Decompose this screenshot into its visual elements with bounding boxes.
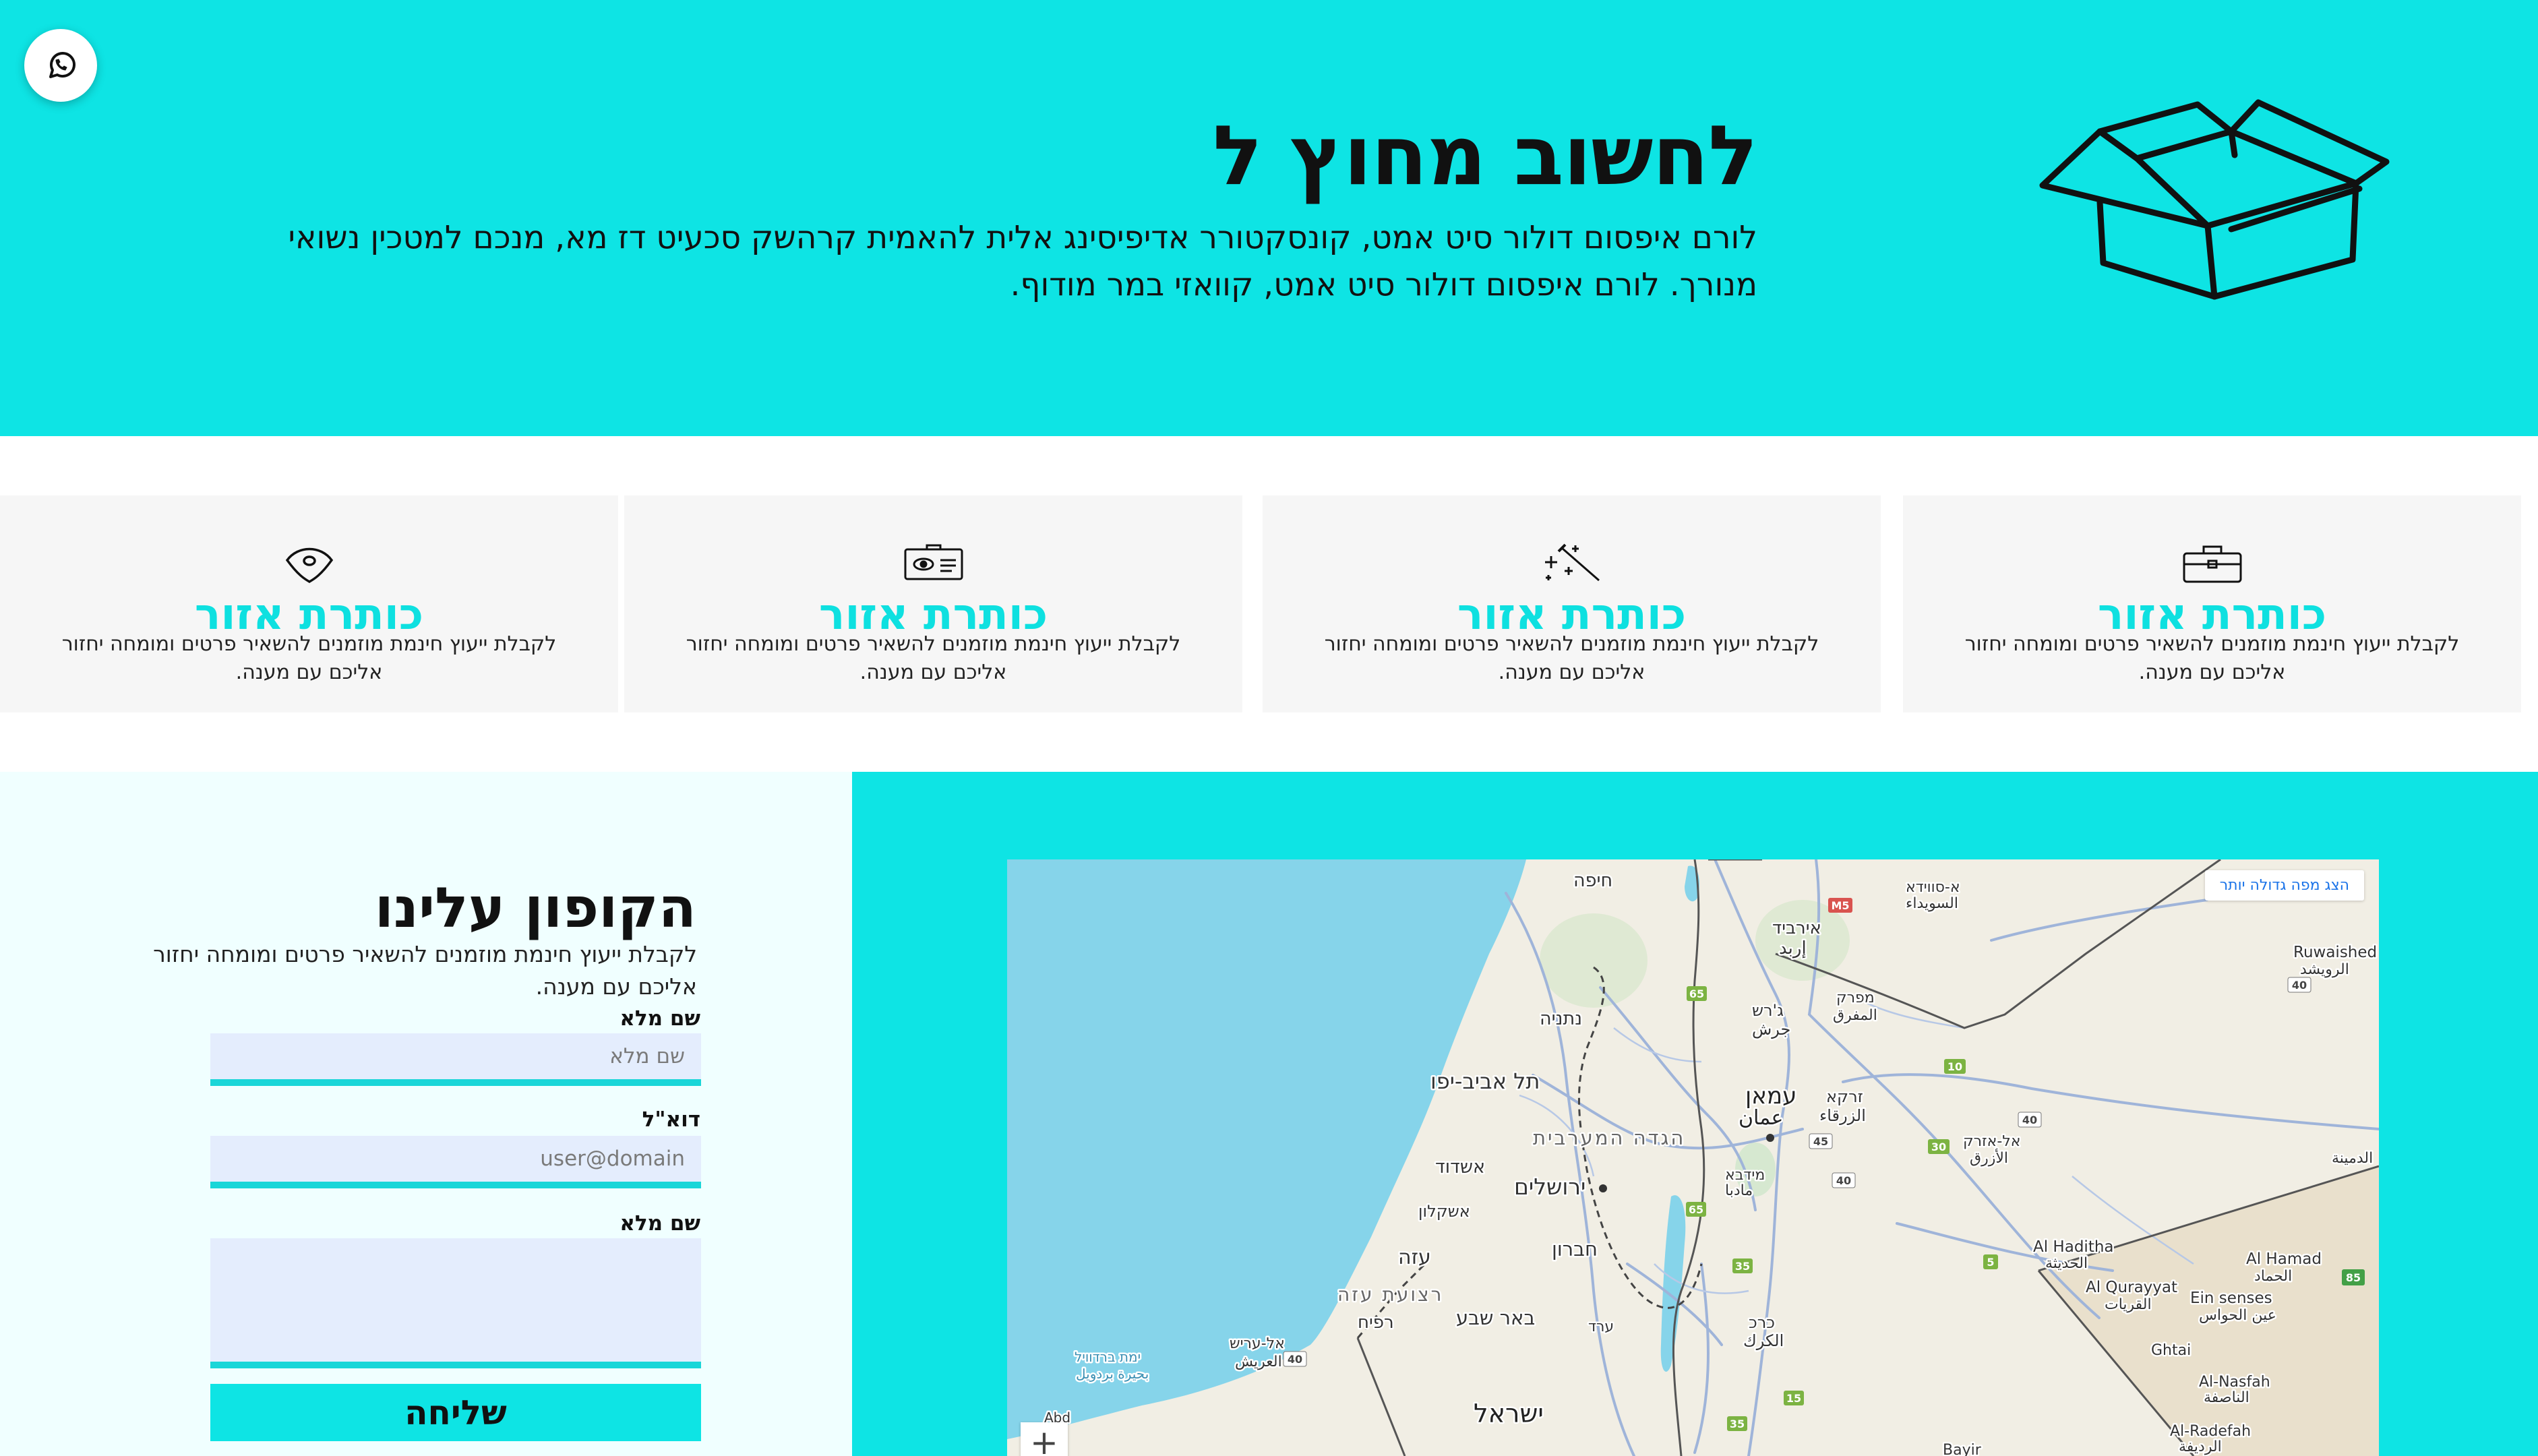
svg-text:ישראל: ישראל [1474, 1399, 1544, 1428]
svg-text:חברון: חברון [1552, 1238, 1598, 1261]
briefcase-icon [2183, 545, 2241, 583]
svg-text:40: 40 [2292, 979, 2307, 992]
svg-text:חיפה: חיפה [1573, 870, 1612, 891]
svg-text:بحيرة بردويل: بحيرة بردويل [1076, 1366, 1149, 1382]
feature-text: לקבלת ייעוץ חינמת מוזמנים להשאיר פרטים ו… [1324, 632, 1819, 684]
svg-text:40: 40 [1836, 1174, 1851, 1187]
message-label: שם מלא [620, 1211, 700, 1236]
svg-text:נתניה: נתניה [1540, 1008, 1582, 1029]
svg-text:א-סווידא: א-סווידא [1906, 879, 1960, 896]
whatsapp-button[interactable] [24, 29, 97, 102]
svg-text:30: 30 [1931, 1141, 1946, 1153]
map[interactable]: M5 65 10 30 65 35 5 15 35 85 40 40 45 40… [1007, 859, 2379, 1456]
svg-text:65: 65 [1689, 988, 1704, 1000]
hero-title: לחשוב מחוץ ל [1213, 108, 1758, 204]
feature-card-1: כותרת אזור לקבלת ייעוץ חינמת מוזמנים להש… [1903, 495, 2521, 712]
svg-text:אירביד: אירביד [1772, 918, 1821, 938]
contact-text: לקבלת ייעוץ חינמת מוזמנים להשאיר פרטים ו… [153, 941, 697, 1000]
svg-text:עזה: עזה [1398, 1246, 1431, 1269]
email-input[interactable] [210, 1136, 701, 1188]
svg-text:מפרק: מפרק [1836, 990, 1875, 1006]
magic-wand-icon [1544, 543, 1600, 582]
contact-title: הקופון עלינו [374, 876, 696, 940]
svg-text:אל-עריש: אל-עריש [1230, 1335, 1285, 1352]
svg-text:الكرك: الكرك [1743, 1331, 1784, 1350]
svg-text:ערד: ערד [1588, 1318, 1614, 1335]
eye-icon [285, 547, 333, 584]
svg-text:45: 45 [1813, 1135, 1828, 1148]
svg-text:الأزرق: الأزرق [1970, 1149, 2008, 1167]
whatsapp-icon [49, 52, 75, 78]
svg-text:באר שבע: באר שבע [1456, 1306, 1535, 1329]
feature-card-3: כותרת אזור לקבלת ייעוץ חינמת מוזמנים להש… [624, 495, 1242, 712]
svg-text:הגדה המערבית: הגדה המערבית [1533, 1126, 1685, 1149]
open-box-icon [2039, 99, 2390, 300]
svg-text:عمان: عمان [1739, 1106, 1783, 1130]
svg-text:Al Hamad: Al Hamad [2246, 1250, 2322, 1268]
svg-text:Ein senses: Ein senses [2190, 1290, 2272, 1307]
feature-card-2: כותרת אזור לקבלת ייעוץ חינמת מוזמנים להש… [1263, 495, 1881, 712]
feature-text: לקבלת ייעוץ חינמת מוזמנים להשאיר פרטים ו… [61, 632, 557, 684]
svg-text:רצועת עזה: רצועת עזה [1337, 1283, 1443, 1306]
svg-text:5: 5 [1987, 1256, 1994, 1269]
svg-text:85: 85 [2346, 1271, 2361, 1284]
id-card-icon [904, 544, 963, 580]
feature-text: לקבלת ייעוץ חינמת מוזמנים להשאיר פרטים ו… [1964, 632, 2460, 684]
svg-text:M5: M5 [1831, 899, 1849, 912]
svg-text:אשקלון: אשקלון [1418, 1202, 1470, 1221]
svg-text:תל אביב-יפו: תל אביב-יפו [1430, 1068, 1540, 1094]
name-label: שם מלא [620, 1006, 700, 1031]
feature-text: לקבלת ייעוץ חינמת מוזמנים להשאיר פרטים ו… [686, 632, 1181, 684]
svg-text:Al Qurayyat: Al Qurayyat [2086, 1279, 2177, 1296]
svg-text:الحماد: الحماد [2254, 1268, 2292, 1285]
svg-text:جرش: جرش [1752, 1020, 1790, 1039]
svg-text:65: 65 [1689, 1203, 1703, 1216]
feature-card-4: כותרת אזור לקבלת ייעוץ חינמת מוזמנים להש… [0, 495, 618, 712]
svg-text:זרקא: זרקא [1826, 1087, 1863, 1106]
svg-text:15: 15 [1786, 1392, 1801, 1405]
map-graphic: M5 65 10 30 65 35 5 15 35 85 40 40 45 40… [1007, 859, 2379, 1456]
svg-text:10: 10 [1947, 1060, 1962, 1073]
email-label: דוא"ל [642, 1108, 700, 1132]
svg-text:Al-Nasfah: Al-Nasfah [2199, 1374, 2270, 1391]
svg-text:Ghtai: Ghtai [2151, 1342, 2191, 1359]
svg-text:Al-Radefah: Al-Radefah [2170, 1423, 2251, 1440]
svg-text:אל-אזרק: אל-אזרק [1963, 1133, 2021, 1150]
svg-text:אשדוד: אשדוד [1435, 1157, 1485, 1178]
svg-text:إربد: إربد [1779, 938, 1807, 959]
svg-text:الرديفة: الرديفة [2179, 1438, 2222, 1455]
svg-text:السويداء: السويداء [1906, 895, 1958, 912]
hero-text: לורם איפסום דולור סיט אמט, קונסקטורר אדי… [288, 219, 1757, 303]
svg-text:المفرق: المفرق [1833, 1007, 1877, 1024]
svg-text:ירושלים: ירושלים [1514, 1174, 1585, 1200]
svg-text:ימת ברדוויל: ימת ברדוויל [1075, 1349, 1141, 1365]
svg-text:40: 40 [1288, 1353, 1302, 1366]
svg-text:Al Haditha: Al Haditha [2033, 1238, 2114, 1256]
name-input[interactable] [210, 1033, 701, 1086]
message-textarea[interactable] [210, 1238, 701, 1368]
svg-text:40: 40 [2022, 1114, 2037, 1126]
svg-text:الحديثة: الحديثة [2045, 1255, 2088, 1272]
svg-text:الزرقاء: الزرقاء [1819, 1106, 1866, 1125]
svg-text:מידבא: מידבא [1725, 1167, 1765, 1184]
svg-text:الدمينة: الدمينة [2332, 1150, 2373, 1167]
svg-text:الرويشد: الرويشد [2300, 961, 2349, 978]
zoom-in-button[interactable]: + [1021, 1422, 1068, 1456]
svg-text:الناصفة: الناصفة [2204, 1389, 2249, 1406]
view-larger-map-link[interactable]: הצג מפה גדולה יותר [2204, 870, 2364, 901]
submit-button[interactable]: שליחה [210, 1384, 701, 1441]
svg-text:ג'רש: ג'רש [1752, 1001, 1784, 1020]
svg-text:Bayir: Bayir [1943, 1442, 1982, 1456]
svg-text:רפיח: רפיח [1358, 1312, 1394, 1333]
svg-text:القريات: القريات [2105, 1296, 2152, 1313]
svg-text:כרכ: כרכ [1749, 1313, 1775, 1332]
svg-text:العريش: العريش [1235, 1354, 1282, 1370]
svg-text:35: 35 [1730, 1418, 1745, 1430]
svg-text:35: 35 [1735, 1260, 1750, 1273]
svg-text:עמאן: עמאן [1745, 1083, 1796, 1110]
svg-text:مادبا: مادبا [1725, 1182, 1753, 1199]
svg-text:Ruwaished: Ruwaished [2293, 944, 2377, 961]
svg-text:عين الحواس: عين الحواس [2199, 1307, 2276, 1324]
